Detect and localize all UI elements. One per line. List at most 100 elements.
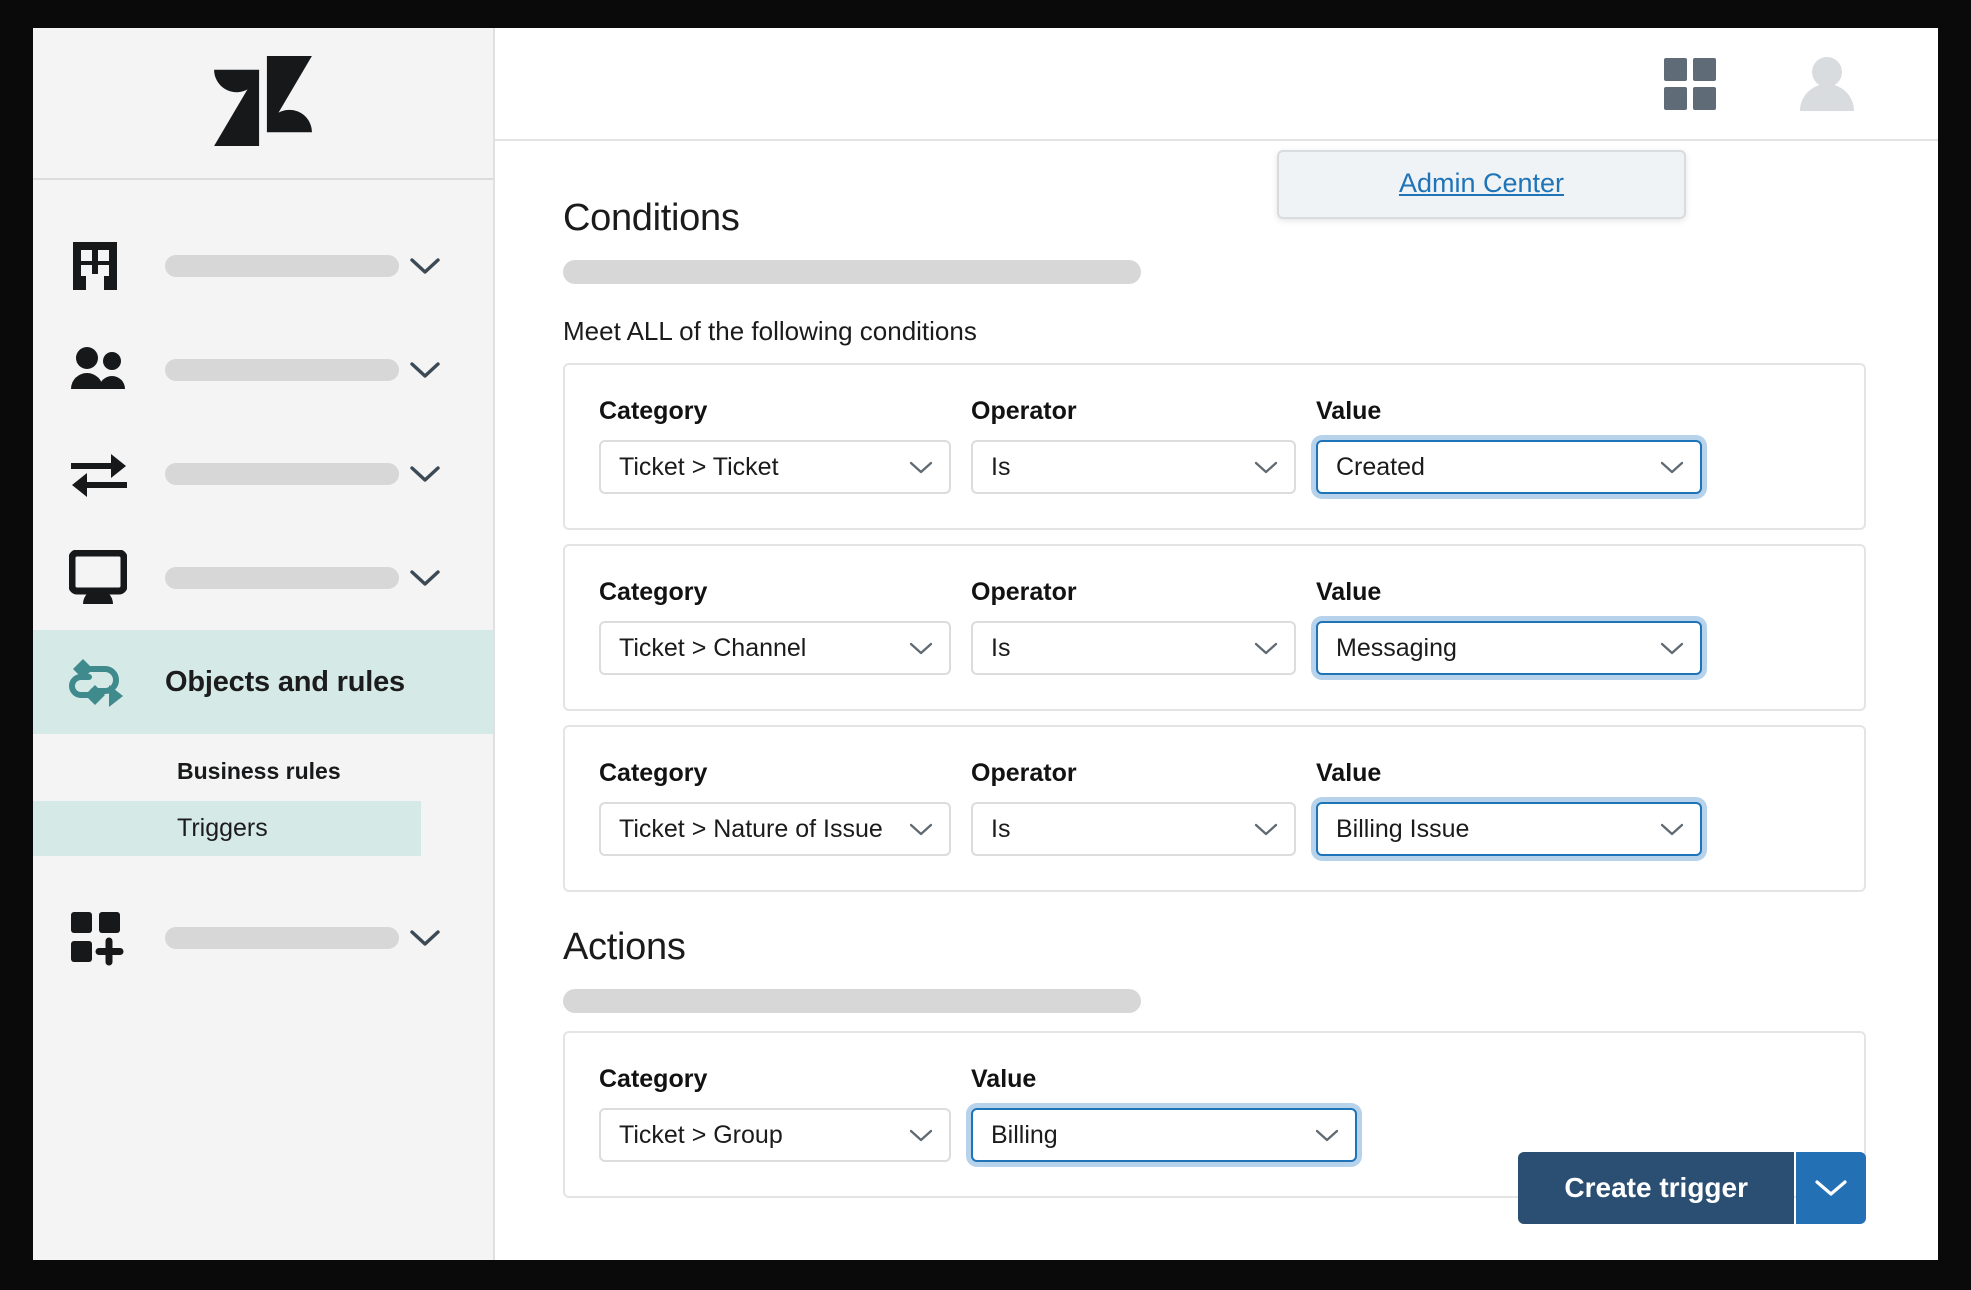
objects-rules-icon [69, 653, 131, 711]
sidebar-item-workspaces[interactable] [33, 526, 493, 630]
field-label-category: Category [599, 1065, 708, 1093]
chevron-down-icon [1254, 822, 1278, 837]
action-value-select[interactable]: Billing [971, 1108, 1357, 1162]
condition-operator-field: Operator Is [971, 397, 1296, 494]
condition-field-row: Category Ticket > Nature of Issue Operat… [599, 759, 1830, 856]
chevron-down-icon[interactable] [409, 360, 441, 380]
condition-value-field: Value Messaging [1316, 578, 1702, 675]
action-category-field: Category Ticket > Group [599, 1065, 951, 1162]
browser-frame: Objects and rules Business rules Trigger… [0, 0, 1971, 1290]
sidebar-item-label-placeholder [165, 567, 399, 589]
chevron-down-icon [1254, 641, 1278, 656]
chevron-down-icon [909, 822, 933, 837]
grid-apps-icon[interactable] [1662, 56, 1718, 112]
actions-description-placeholder [563, 989, 1141, 1013]
form-footer: Create trigger [1518, 1152, 1866, 1224]
sidebar-item-account[interactable] [33, 214, 493, 318]
field-label-category: Category [599, 759, 708, 787]
sidebar-item-label-placeholder [165, 463, 399, 485]
condition-category-field: Category Ticket > Ticket [599, 397, 951, 494]
action-field-row: Category Ticket > Group Value Billing [599, 1065, 1830, 1162]
sidebar: Objects and rules Business rules Trigger… [33, 28, 495, 1260]
condition-value-select[interactable]: Billing Issue [1316, 802, 1702, 856]
condition-category-select[interactable]: Ticket > Nature of Issue [599, 802, 951, 856]
chevron-down-icon[interactable] [409, 928, 441, 948]
condition-operator-value: Is [991, 452, 1011, 481]
condition-card: Category Ticket > Channel Operator Is Va… [563, 544, 1866, 711]
field-label-value: Value [1316, 578, 1382, 606]
condition-operator-select[interactable]: Is [971, 440, 1296, 494]
chevron-down-icon[interactable] [409, 256, 441, 276]
create-trigger-button[interactable]: Create trigger [1518, 1152, 1794, 1224]
chevron-down-icon [1660, 822, 1684, 837]
conditions-description-placeholder [563, 260, 1141, 284]
content-area: Conditions Meet ALL of the following con… [495, 141, 1938, 1260]
sidebar-item-label-placeholder [165, 927, 399, 949]
condition-operator-field: Operator Is [971, 759, 1296, 856]
field-label-value: Value [1316, 397, 1382, 425]
field-label-value: Value [971, 1065, 1037, 1093]
condition-card: Category Ticket > Ticket Operator Is Val… [563, 363, 1866, 530]
chevron-down-icon [1660, 460, 1684, 475]
condition-category-value: Ticket > Nature of Issue [619, 814, 883, 843]
chevron-down-icon [1254, 460, 1278, 475]
zendesk-logo[interactable] [214, 55, 312, 151]
people-icon [69, 345, 131, 395]
chevron-down-icon [909, 1128, 933, 1143]
actions-title: Actions [563, 926, 686, 968]
condition-value-select[interactable]: Created [1316, 440, 1702, 494]
condition-value-select[interactable]: Messaging [1316, 621, 1702, 675]
sidebar-item-apps[interactable] [33, 886, 493, 990]
chevron-down-icon [1315, 1128, 1339, 1143]
condition-category-value: Ticket > Channel [619, 633, 807, 662]
admin-center-link[interactable]: Admin Center [1399, 168, 1564, 198]
user-avatar-icon[interactable] [1796, 55, 1858, 113]
chevron-down-icon[interactable] [409, 464, 441, 484]
condition-category-select[interactable]: Ticket > Ticket [599, 440, 951, 494]
action-value-field: Value Billing [971, 1065, 1357, 1162]
field-label-operator: Operator [971, 759, 1077, 787]
apps-add-icon [69, 910, 131, 966]
condition-operator-field: Operator Is [971, 578, 1296, 675]
transfer-icon [69, 448, 131, 500]
chevron-down-icon[interactable] [409, 568, 441, 588]
condition-operator-select[interactable]: Is [971, 621, 1296, 675]
sidebar-nav: Objects and rules Business rules Trigger… [33, 180, 493, 990]
condition-value-field: Value Billing Issue [1316, 759, 1702, 856]
action-category-select[interactable]: Ticket > Group [599, 1108, 951, 1162]
condition-value-value: Created [1336, 452, 1425, 481]
chevron-down-icon [1815, 1180, 1847, 1196]
condition-category-field: Category Ticket > Channel [599, 578, 951, 675]
condition-operator-select[interactable]: Is [971, 802, 1296, 856]
condition-category-value: Ticket > Ticket [619, 452, 779, 481]
building-icon [69, 238, 131, 294]
business-rules-heading: Business rules [177, 758, 341, 784]
chevron-down-icon [1660, 641, 1684, 656]
condition-field-row: Category Ticket > Channel Operator Is Va… [599, 578, 1830, 675]
sidebar-item-label-placeholder [165, 359, 399, 381]
condition-operator-value: Is [991, 814, 1011, 843]
sidebar-item-people[interactable] [33, 318, 493, 422]
sidebar-item-triggers[interactable]: Triggers [33, 801, 421, 856]
top-bar [495, 28, 1938, 141]
condition-value-field: Value Created [1316, 397, 1702, 494]
conditions-subtitle: Meet ALL of the following conditions [563, 316, 977, 346]
condition-category-select[interactable]: Ticket > Channel [599, 621, 951, 675]
sidebar-item-channels[interactable] [33, 422, 493, 526]
sidebar-item-label: Objects and rules [165, 665, 405, 698]
business-rules-section: Business rules Triggers [33, 734, 493, 856]
sidebar-item-objects-and-rules[interactable]: Objects and rules [33, 630, 493, 734]
action-value-value: Billing [991, 1120, 1058, 1149]
app-viewport: Objects and rules Business rules Trigger… [33, 28, 1938, 1260]
condition-operator-value: Is [991, 633, 1011, 662]
sidebar-item-label-placeholder [165, 255, 399, 277]
create-trigger-dropdown-button[interactable] [1796, 1152, 1866, 1224]
field-label-value: Value [1316, 759, 1382, 787]
chevron-down-icon [909, 641, 933, 656]
logo-area [33, 28, 493, 180]
workspace-icon [69, 550, 131, 606]
chevron-down-icon [909, 460, 933, 475]
field-label-category: Category [599, 578, 708, 606]
admin-center-dropdown[interactable]: Admin Center [1277, 150, 1686, 219]
field-label-operator: Operator [971, 397, 1077, 425]
